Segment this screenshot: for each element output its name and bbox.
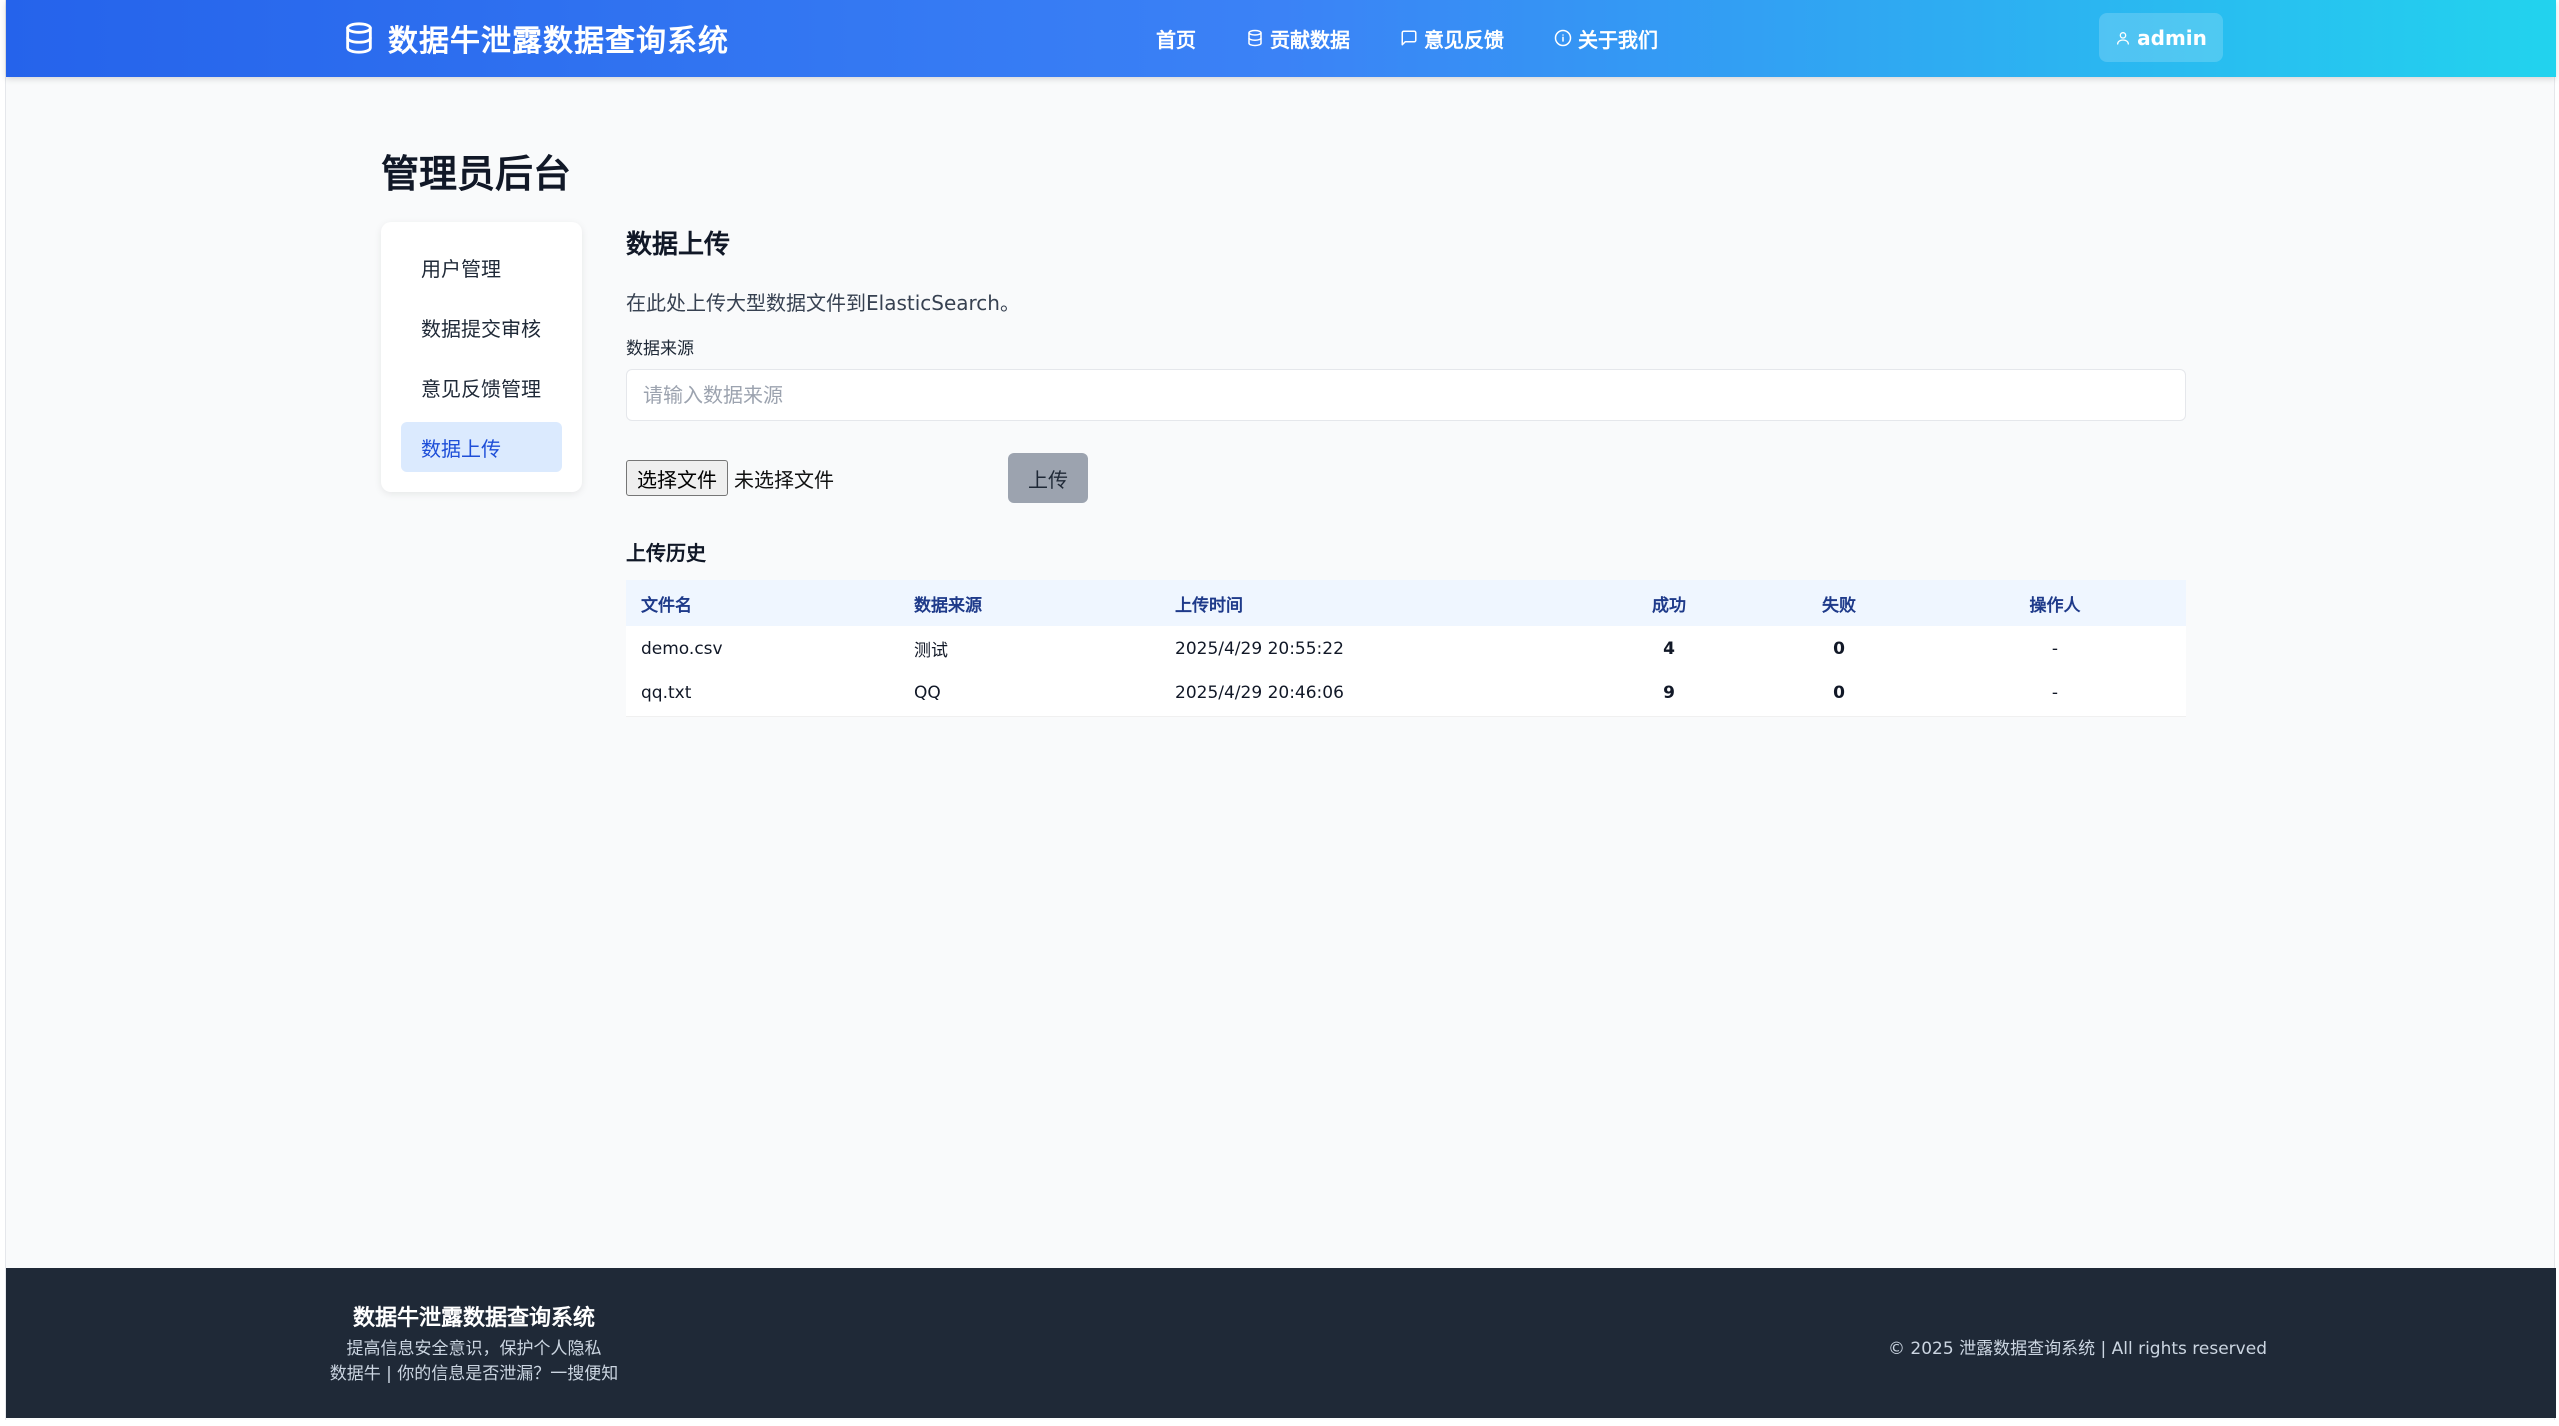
- column-header-time: 上传时间: [1160, 580, 1584, 626]
- app-window: 数据牛泄露数据查询系统 首页 贡献数据 意见反馈 关于我们 admin 管理员后…: [5, 0, 2556, 1420]
- cell-success: 4: [1663, 638, 1675, 659]
- nav-feedback-label: 意见反馈: [1424, 27, 1504, 52]
- cell-failed: 0: [1833, 638, 1845, 659]
- cell-filename: qq.txt: [641, 683, 692, 704]
- cell-operator: -: [2051, 638, 2059, 659]
- cell-success: 9: [1663, 683, 1675, 704]
- footer-copyright: © 2025 泄露数据查询系统 | All rights reserved: [1888, 1339, 2267, 1359]
- nav-home[interactable]: 首页: [1156, 24, 1196, 53]
- footer-tagline: 提高信息安全意识，保护个人隐私: [346, 1339, 602, 1359]
- user-menu-button[interactable]: admin: [2099, 13, 2223, 62]
- column-header-source: 数据来源: [899, 580, 1160, 626]
- section-title: 数据上传: [626, 230, 731, 260]
- column-header-filename: 文件名: [626, 580, 899, 626]
- brand-title: 数据牛泄露数据查询系统: [388, 24, 729, 59]
- column-header-operator: 操作人: [1924, 580, 2186, 626]
- chat-icon: [1401, 30, 1417, 46]
- top-navbar: 数据牛泄露数据查询系统 首页 贡献数据 意见反馈 关于我们 admin: [6, 0, 2556, 77]
- table-row: qq.txt QQ 2025/4/29 20:46:06 9 0 -: [626, 671, 2186, 716]
- info-icon: [1554, 29, 1572, 47]
- footer-slogan: 数据牛 | 你的信息是否泄漏？一搜便知: [329, 1364, 619, 1384]
- cell-source: QQ: [914, 683, 941, 704]
- nav-feedback[interactable]: 意见反馈: [1400, 24, 1504, 53]
- history-table: 文件名 数据来源 上传时间 成功 失败 操作人 demo.csv 测试 2025…: [626, 580, 2186, 717]
- main-nav: 首页 贡献数据 意见反馈 关于我们: [1156, 20, 1658, 56]
- history-title: 上传历史: [626, 541, 706, 565]
- no-file-text: 未选择文件: [734, 467, 834, 492]
- table-row: demo.csv 测试 2025/4/29 20:55:22 4 0 -: [626, 626, 2186, 671]
- cell-time: 2025/4/29 20:46:06: [1175, 683, 1344, 704]
- column-header-failed: 失败: [1754, 580, 1924, 626]
- user-icon: [2117, 31, 2130, 45]
- nav-about-label: 关于我们: [1578, 27, 1658, 52]
- nav-contribute-label: 贡献数据: [1270, 27, 1350, 52]
- cell-source: 测试: [914, 641, 948, 661]
- cell-failed: 0: [1833, 683, 1845, 704]
- sidebar-item-feedback[interactable]: 意见反馈管理: [401, 362, 562, 412]
- source-label: 数据来源: [626, 339, 694, 359]
- upload-button[interactable]: 上传: [1008, 453, 1088, 503]
- page-footer: 数据牛泄露数据查询系统 提高信息安全意识，保护个人隐私 数据牛 | 你的信息是否…: [6, 1268, 2556, 1418]
- sidebar-item-data-upload[interactable]: 数据上传: [401, 422, 562, 472]
- column-header-success: 成功: [1584, 580, 1754, 626]
- source-input[interactable]: [626, 369, 2186, 421]
- admin-sidebar: 用户管理 数据提交审核 意见反馈管理 数据上传: [381, 222, 582, 492]
- database-icon: [1248, 29, 1262, 47]
- nav-contribute[interactable]: 贡献数据: [1246, 24, 1350, 53]
- cell-time: 2025/4/29 20:55:22: [1175, 638, 1344, 659]
- upload-panel: 数据上传 在此处上传大型数据文件到ElasticSearch。 数据来源 选择文…: [626, 222, 2186, 717]
- choose-file-button[interactable]: 选择文件: [626, 460, 728, 496]
- upload-row: 选择文件 未选择文件 上传: [626, 453, 2186, 503]
- user-name: admin: [2137, 25, 2207, 50]
- table-header-row: 文件名 数据来源 上传时间 成功 失败 操作人: [626, 580, 2186, 626]
- footer-title: 数据牛泄露数据查询系统: [352, 1306, 595, 1331]
- sidebar-item-submission-review[interactable]: 数据提交审核: [401, 302, 562, 352]
- sidebar-item-users[interactable]: 用户管理: [401, 242, 562, 292]
- section-description: 在此处上传大型数据文件到ElasticSearch。: [626, 291, 1020, 315]
- database-icon: [346, 22, 372, 54]
- page-title: 管理员后台: [381, 152, 572, 196]
- nav-home-label: 首页: [1156, 27, 1196, 52]
- brand[interactable]: 数据牛泄露数据查询系统: [342, 18, 729, 59]
- nav-about[interactable]: 关于我们: [1554, 24, 1658, 53]
- cell-operator: -: [2051, 683, 2059, 704]
- cell-filename: demo.csv: [641, 638, 723, 659]
- footer-brand: 数据牛泄露数据查询系统 提高信息安全意识，保护个人隐私 数据牛 | 你的信息是否…: [316, 1300, 632, 1384]
